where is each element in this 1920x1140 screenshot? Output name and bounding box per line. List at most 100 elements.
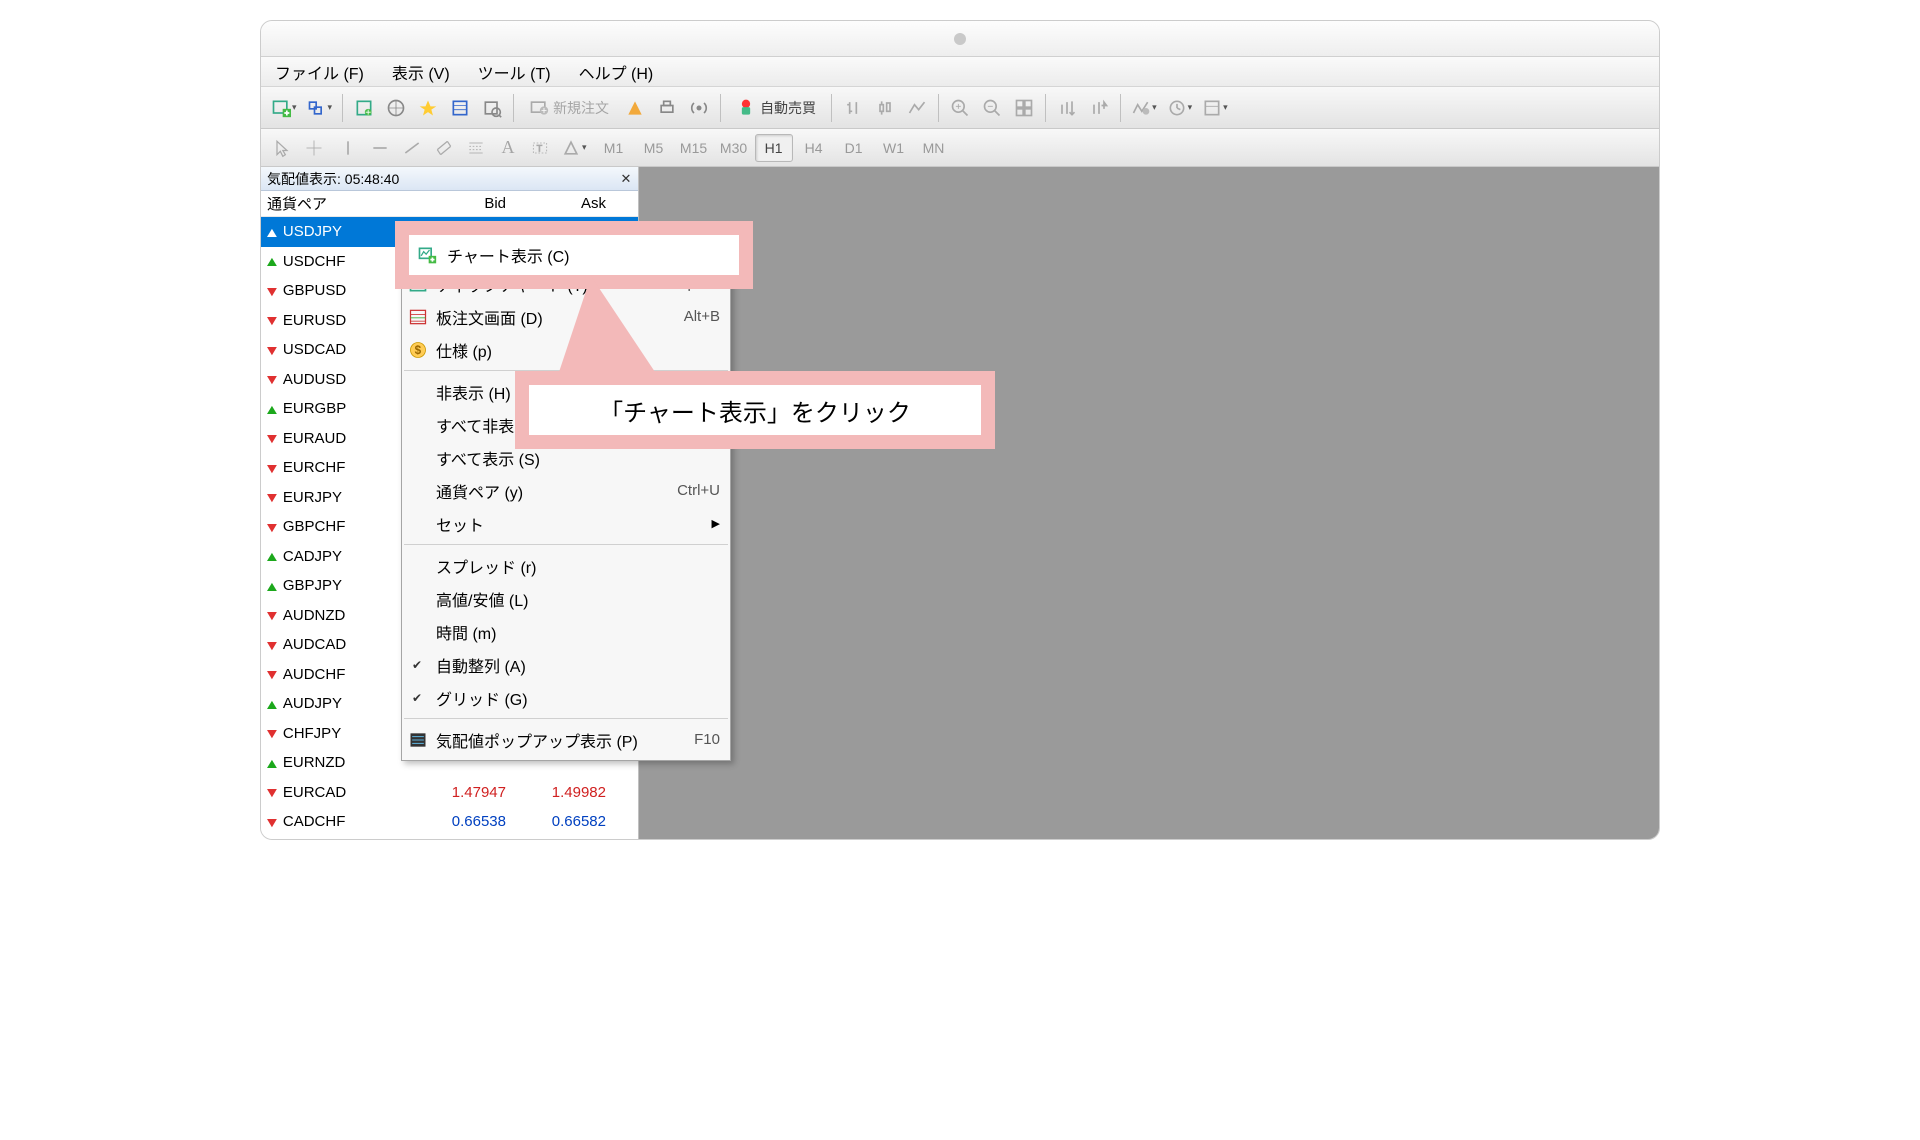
timeframe-mn[interactable]: MN: [915, 134, 953, 162]
trendline-button[interactable]: [397, 133, 427, 163]
ctx-item-label: 高値/安値 (L): [436, 587, 528, 611]
market-watch-title: 気配値表示: 05:48:40 ✕: [261, 167, 638, 191]
symbol-label: AUDCHF: [283, 666, 346, 683]
shift-end-button[interactable]: [1052, 93, 1082, 123]
ctx-item-13[interactable]: 時間 (m): [402, 615, 730, 648]
autotrade-label: 自動売買: [760, 98, 816, 118]
new-order-button[interactable]: 新規注文: [520, 93, 618, 123]
toolbar-objects: A T ▾ M1M5M15M30H1H4D1W1MN: [261, 129, 1659, 167]
equidistant-button[interactable]: [429, 133, 459, 163]
symbol-label: GBPCHF: [283, 518, 346, 535]
symbol-label: USDCAD: [283, 341, 346, 358]
symbol-row-cadchf[interactable]: ▼CADCHF0.665380.66582: [261, 807, 638, 837]
window-drag-handle[interactable]: [954, 33, 966, 45]
ctx-item-11[interactable]: スプレッド (r): [402, 549, 730, 582]
submenu-arrow-icon: ▶: [712, 517, 720, 530]
favorites-button[interactable]: [413, 93, 443, 123]
timeframe-m15[interactable]: M15: [675, 134, 713, 162]
callout-text: 「チャート表示」をクリック: [529, 385, 981, 435]
text-label-button[interactable]: T: [525, 133, 555, 163]
col-symbol[interactable]: 通貨ペア: [261, 193, 416, 214]
timeframe-m5[interactable]: M5: [635, 134, 673, 162]
callout-box: 「チャート表示」をクリック: [515, 371, 995, 449]
symbol-label: USDJPY: [283, 223, 342, 240]
symbol-label: EURUSD: [283, 312, 346, 329]
ctx-shortcut: Space: [677, 275, 720, 292]
symbol-label: CHFJPY: [283, 725, 341, 742]
tile-windows-button[interactable]: [1009, 93, 1039, 123]
timeframe-m30[interactable]: M30: [715, 134, 753, 162]
market-watch-close-button[interactable]: ✕: [618, 171, 634, 187]
strategy-tester-button[interactable]: [477, 93, 507, 123]
indicators-button[interactable]: ▾: [1127, 93, 1161, 123]
arrow-down-icon: ▼: [264, 814, 281, 830]
menu-help[interactable]: ヘルプ (H): [571, 56, 662, 88]
arrow-up-icon: ▲: [264, 755, 281, 771]
timeframe-h1[interactable]: H1: [755, 134, 793, 162]
ctx-item-label: 非表示 (H): [436, 380, 511, 404]
symbol-label: GBPJPY: [283, 577, 342, 594]
ctx-item-14[interactable]: ✔自動整列 (A): [402, 648, 730, 681]
vertical-line-button[interactable]: [333, 133, 363, 163]
market-watch-button[interactable]: [349, 93, 379, 123]
metaquotes-button[interactable]: [620, 93, 650, 123]
zoom-in-button[interactable]: [945, 93, 975, 123]
cursor-button[interactable]: [267, 133, 297, 163]
menu-file[interactable]: ファイル (F): [267, 56, 372, 88]
svg-text:T: T: [537, 143, 543, 153]
line-chart-button[interactable]: [902, 93, 932, 123]
menu-tools[interactable]: ツール (T): [470, 56, 559, 88]
profiles-button[interactable]: ▾: [303, 93, 337, 123]
ctx-item-12[interactable]: 高値/安値 (L): [402, 582, 730, 615]
timeframe-w1[interactable]: W1: [875, 134, 913, 162]
market-watch-title-text: 気配値表示: 05:48:40: [267, 169, 399, 189]
symbol-row-eurcad[interactable]: ▼EURCAD1.479471.49982: [261, 778, 638, 808]
timeframe-h4[interactable]: H4: [795, 134, 833, 162]
app-window: ファイル (F) 表示 (V) ツール (T) ヘルプ (H) ▾ ▾ 新規注文…: [260, 20, 1660, 840]
arrow-down-icon: ▼: [264, 371, 281, 387]
text-button[interactable]: A: [493, 133, 523, 163]
zoom-out-button[interactable]: [977, 93, 1007, 123]
arrow-up-icon: ▲: [264, 253, 281, 269]
ctx-item-17[interactable]: 気配値ポップアップ表示 (P) F10: [402, 723, 730, 756]
ctx-item-9[interactable]: セット▶: [402, 507, 730, 540]
shapes-button[interactable]: ▾: [557, 133, 591, 163]
navigator-button[interactable]: [381, 93, 411, 123]
arrow-down-icon: ▼: [264, 519, 281, 535]
arrow-down-icon: ▼: [264, 607, 281, 623]
arrow-up-icon: ▲: [264, 401, 281, 417]
auto-scroll-button[interactable]: [1084, 93, 1114, 123]
ctx-item-8[interactable]: 通貨ペア (y)Ctrl+U: [402, 474, 730, 507]
print-button[interactable]: [652, 93, 682, 123]
ctx-item-label: 自動整列 (A): [436, 653, 526, 677]
templates-button[interactable]: ▾: [1198, 93, 1232, 123]
candle-chart-button[interactable]: [870, 93, 900, 123]
symbol-label: USDCHF: [283, 253, 346, 270]
col-ask[interactable]: Ask: [516, 195, 616, 212]
periods-button[interactable]: ▾: [1163, 93, 1197, 123]
fibonacci-button[interactable]: [461, 133, 491, 163]
horizontal-line-button[interactable]: [365, 133, 395, 163]
symbol-label: CADJPY: [283, 548, 342, 565]
ctx-item-0[interactable]: チャート表示 (C): [402, 234, 730, 267]
arrow-down-icon: ▼: [264, 666, 281, 682]
crosshair-button[interactable]: [299, 133, 329, 163]
menu-view[interactable]: 表示 (V): [384, 56, 458, 88]
data-window-button[interactable]: [445, 93, 475, 123]
autotrade-button[interactable]: 自動売買: [727, 93, 825, 123]
signals-button[interactable]: [684, 93, 714, 123]
ctx-item-15[interactable]: ✔グリッド (G): [402, 681, 730, 714]
arrow-up-icon: ▲: [264, 578, 281, 594]
ctx-shortcut: F10: [694, 731, 720, 748]
ctx-item-label: 気配値ポップアップ表示 (P): [436, 728, 638, 752]
col-bid[interactable]: Bid: [416, 195, 516, 212]
arrow-down-icon: ▼: [264, 312, 281, 328]
arrow-up-icon: ▲: [264, 548, 281, 564]
symbol-label: EURJPY: [283, 489, 342, 506]
symbol-label: EURCAD: [283, 784, 346, 801]
timeframe-m1[interactable]: M1: [595, 134, 633, 162]
new-chart-button[interactable]: ▾: [267, 93, 301, 123]
timeframe-d1[interactable]: D1: [835, 134, 873, 162]
arrow-down-icon: ▼: [264, 430, 281, 446]
bar-chart-button[interactable]: [838, 93, 868, 123]
